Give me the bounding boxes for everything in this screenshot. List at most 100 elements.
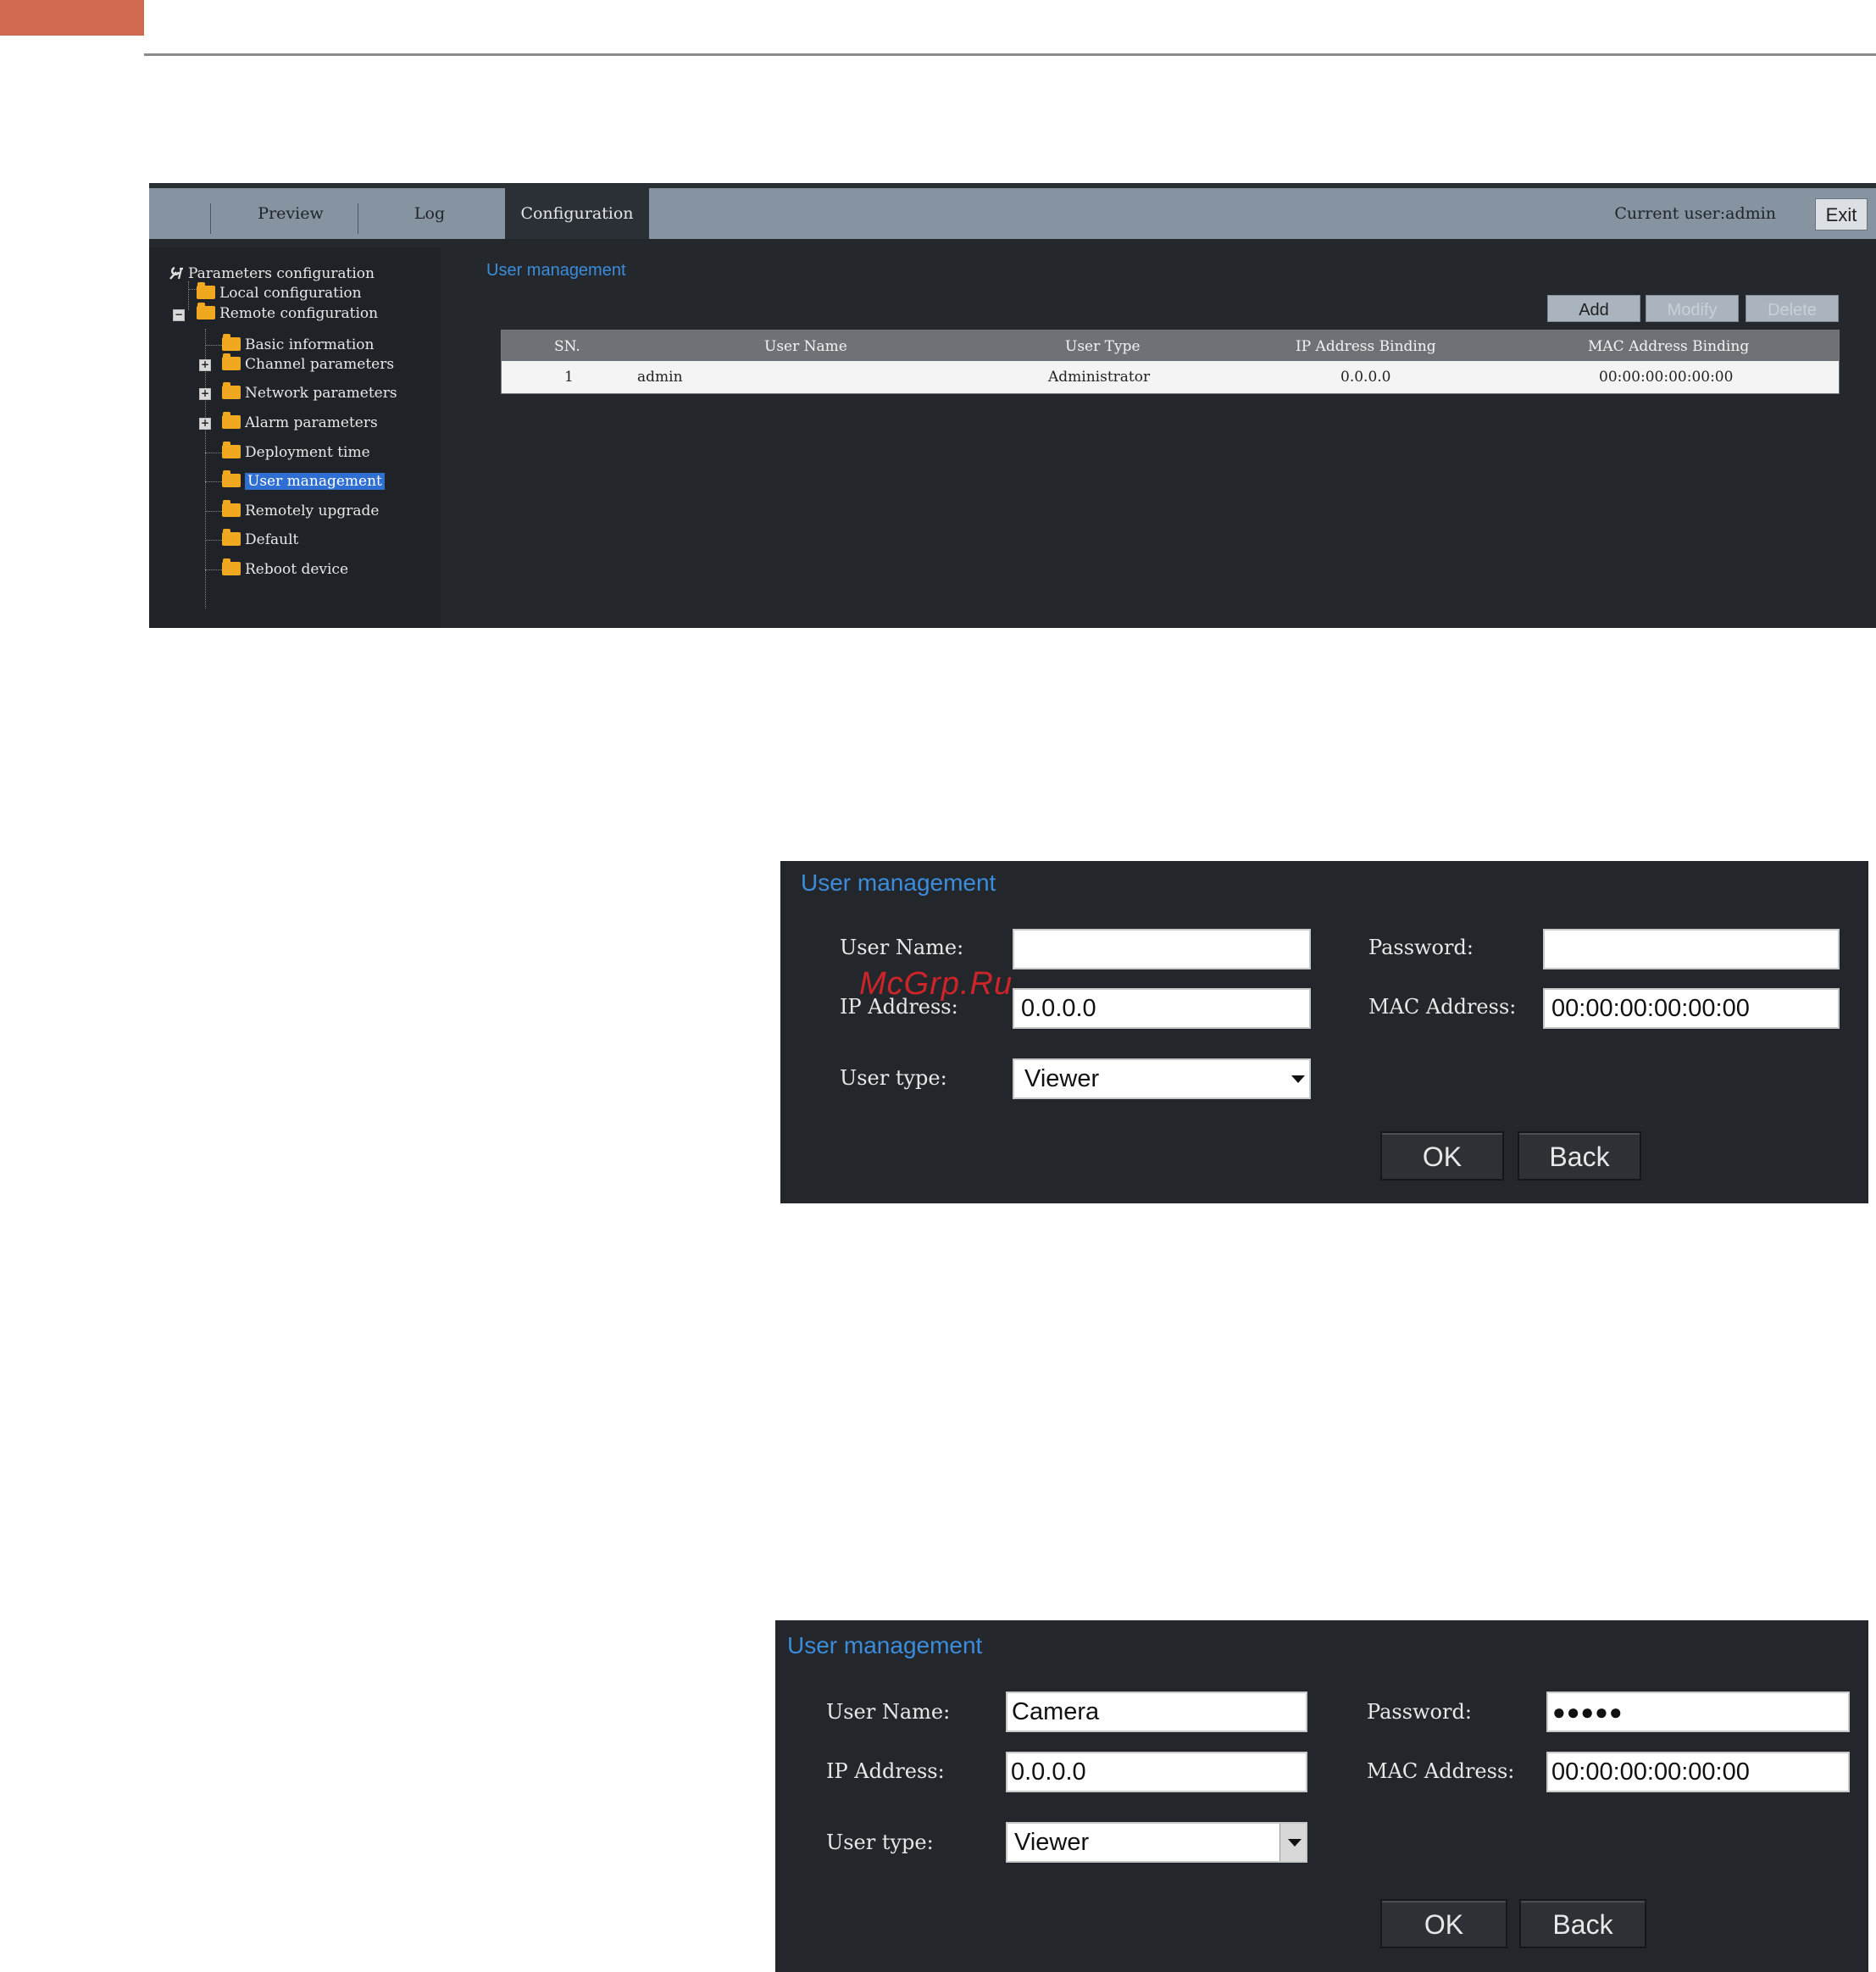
tree-item-label-selected: User management (245, 473, 385, 490)
user-name-label: User Name: (826, 1700, 951, 1724)
tree-connector (205, 345, 222, 346)
column-header-ip-binding: IP Address Binding (1296, 338, 1436, 355)
user-type-select[interactable]: Viewer (1006, 1822, 1307, 1863)
tree-item-label: Remotely upgrade (245, 503, 380, 519)
web-client-window: Preview Log Configuration Current user:a… (149, 183, 1876, 628)
tree-item-label: Alarm parameters (245, 414, 378, 431)
tree-item-local-configuration[interactable]: Local configuration (197, 282, 362, 304)
tree-item-channel-parameters[interactable]: Channel parameters (222, 353, 394, 375)
cell-ip-binding: 0.0.0.0 (1340, 369, 1391, 386)
mac-address-input[interactable]: 00:00:00:00:00:00 (1546, 1752, 1850, 1792)
expand-icon[interactable]: + (199, 359, 211, 371)
watermark: McGrp.Ru (859, 966, 1013, 1002)
back-button[interactable]: Back (1519, 1899, 1646, 1948)
dialog-title: User management (801, 869, 996, 896)
tree-item-remotely-upgrade[interactable]: Remotely upgrade (222, 500, 379, 522)
dialog-title: User management (787, 1632, 983, 1658)
tree-item-label: Deployment time (245, 444, 370, 461)
password-label: Password: (1367, 1700, 1472, 1724)
collapse-icon[interactable]: − (173, 309, 185, 321)
delete-button[interactable]: Delete (1746, 295, 1839, 322)
user-type-value: Viewer (1014, 1829, 1090, 1856)
chevron-down-icon[interactable] (1279, 1824, 1306, 1861)
column-header-mac-binding: MAC Address Binding (1588, 338, 1750, 355)
folder-icon (197, 282, 215, 299)
password-input[interactable]: ●●●●● (1546, 1691, 1850, 1732)
top-nav-bar: Preview Log Configuration Current user:a… (149, 183, 1876, 239)
cell-user-type: Administrator (1048, 369, 1151, 386)
tree-item-label: Reboot device (245, 561, 349, 578)
tree-item-default[interactable]: Default (222, 529, 298, 551)
tree-connector (205, 569, 222, 570)
tree-item-label: Channel parameters (245, 356, 395, 373)
password-label: Password: (1368, 936, 1474, 959)
folder-icon (222, 412, 241, 429)
tree-connector (205, 481, 222, 482)
folder-icon (222, 470, 241, 487)
tree-connector (205, 540, 222, 541)
folder-icon (222, 334, 241, 351)
user-type-value: Viewer (1024, 1065, 1100, 1092)
add-user-dialog-filled: User management User Name: Camera Passwo… (775, 1620, 1868, 1972)
wrench-icon (168, 265, 185, 281)
table-row[interactable]: 1 admin Administrator 0.0.0.0 00:00:00:0… (502, 361, 1839, 393)
tree-item-label: Basic information (245, 336, 375, 353)
tab-log[interactable]: Log (363, 188, 497, 239)
tree-root-label: Parameters configuration (188, 265, 375, 282)
password-input[interactable] (1543, 929, 1840, 969)
tree-item-deployment-time[interactable]: Deployment time (222, 442, 370, 464)
tree-connector (205, 511, 222, 512)
user-name-input[interactable] (1013, 929, 1311, 969)
mac-address-input[interactable]: 00:00:00:00:00:00 (1543, 988, 1840, 1029)
ok-button[interactable]: OK (1380, 1131, 1504, 1180)
user-type-label: User type: (840, 1066, 947, 1090)
mac-address-label: MAC Address: (1367, 1759, 1515, 1783)
tree-item-label: Remote configuration (219, 305, 379, 322)
tree-item-alarm-parameters[interactable]: Alarm parameters (222, 412, 378, 434)
back-button[interactable]: Back (1518, 1131, 1641, 1180)
tree-item-network-parameters[interactable]: Network parameters (222, 382, 397, 404)
tab-separator (210, 203, 211, 234)
tree-item-label: Default (245, 531, 299, 548)
ip-address-input[interactable]: 0.0.0.0 (1013, 988, 1311, 1029)
current-user-label: Current user:admin (1614, 204, 1776, 223)
modify-button[interactable]: Modify (1646, 295, 1739, 322)
page-corner-marker (0, 0, 144, 36)
cell-sn: 1 (564, 369, 574, 386)
folder-icon (222, 529, 241, 546)
exit-button[interactable]: Exit (1815, 198, 1868, 231)
config-tree: Parameters configuration Local configura… (149, 247, 441, 628)
cell-user-name: admin (637, 369, 683, 386)
folder-icon (197, 303, 215, 319)
tab-preview[interactable]: Preview (230, 188, 351, 239)
tree-item-reboot-device[interactable]: Reboot device (222, 558, 348, 580)
user-table: SN. User Name User Type IP Address Bindi… (501, 330, 1840, 394)
column-header-user-name: User Name (764, 338, 847, 355)
tree-item-remote-configuration[interactable]: Remote configuration (197, 303, 378, 325)
cell-mac-binding: 00:00:00:00:00:00 (1599, 369, 1734, 386)
folder-icon (222, 442, 241, 458)
user-name-input[interactable]: Camera (1006, 1691, 1307, 1732)
user-type-select[interactable]: Viewer (1013, 1058, 1311, 1099)
folder-icon (222, 558, 241, 575)
panel-title: User management (486, 261, 626, 280)
ip-address-input[interactable]: 0.0.0.0 (1006, 1752, 1307, 1792)
chevron-down-icon (1284, 1060, 1309, 1097)
tree-item-label: Local configuration (219, 285, 362, 302)
add-user-dialog-empty: User management User Name: Password: IP … (780, 861, 1868, 1203)
user-name-label: User Name: (840, 936, 964, 959)
expand-icon[interactable]: + (199, 418, 211, 430)
table-header: SN. User Name User Type IP Address Bindi… (502, 331, 1839, 361)
mac-address-label: MAC Address: (1368, 995, 1517, 1019)
ok-button[interactable]: OK (1380, 1899, 1507, 1948)
folder-icon (222, 353, 241, 370)
tree-item-user-management[interactable]: User management (222, 470, 385, 492)
tree-connector (188, 281, 189, 310)
column-header-sn: SN. (554, 338, 580, 355)
tab-configuration[interactable]: Configuration (505, 188, 649, 239)
column-header-user-type: User Type (1065, 338, 1141, 355)
tree-item-label: Network parameters (245, 385, 397, 402)
add-button[interactable]: Add (1547, 295, 1640, 322)
expand-icon[interactable]: + (199, 388, 211, 400)
ip-address-label: IP Address: (826, 1759, 945, 1783)
